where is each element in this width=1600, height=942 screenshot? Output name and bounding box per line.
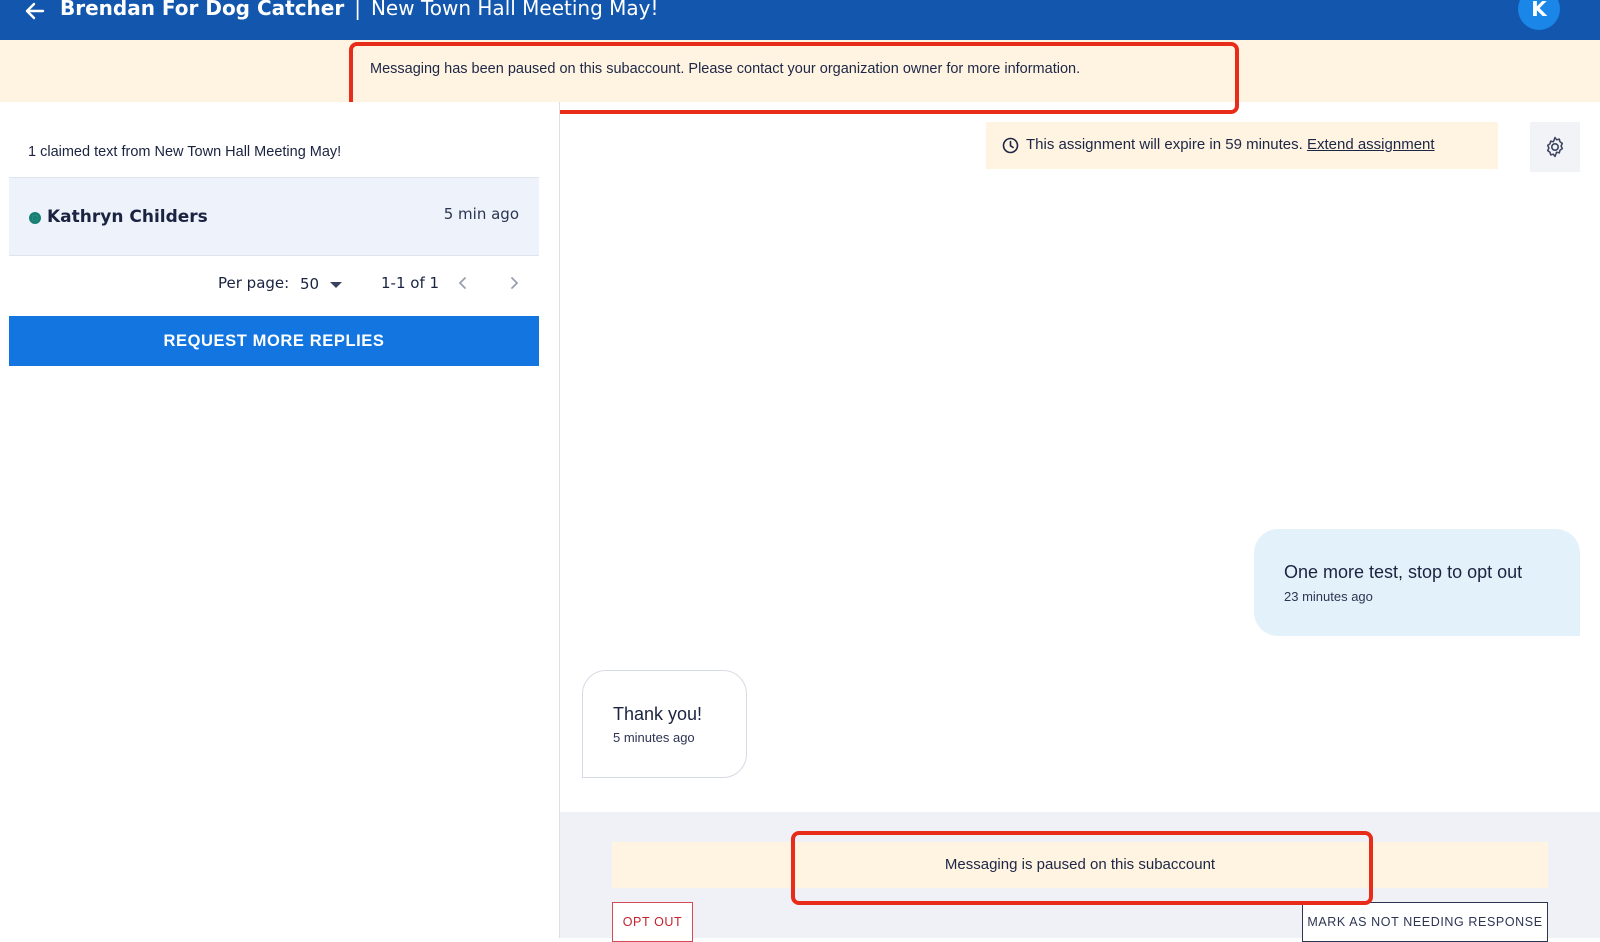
title-separator: | xyxy=(354,0,361,20)
per-page-label: Per page: xyxy=(218,274,290,292)
message-body: Thank you! xyxy=(613,704,703,724)
page-title: Brendan For Dog Catcher | New Town Hall Me… xyxy=(60,0,659,21)
pagination: Per page: 50 1-1 of 1 xyxy=(0,270,560,300)
claimed-text-count: 1 claimed text from New Town Hall Meetin… xyxy=(28,144,342,160)
campaign-name: New Town Hall Meeting May! xyxy=(370,0,659,20)
opt-out-button[interactable]: OPT OUT xyxy=(612,902,693,942)
assignment-notice-text: This assignment will expire in 59 minute… xyxy=(1026,136,1435,153)
message-timestamp: 5 minutes ago xyxy=(613,730,695,745)
contact-name: Kathryn Childers xyxy=(47,207,208,227)
request-more-replies-button[interactable]: REQUEST MORE REPLIES xyxy=(9,316,539,366)
chevron-right-icon[interactable] xyxy=(503,272,525,294)
message-body: One more test, stop to opt out xyxy=(1284,562,1523,582)
status-dot-icon xyxy=(29,212,41,224)
contact-row[interactable]: Kathryn Childers 5 min ago xyxy=(9,177,539,256)
org-name: Brendan For Dog Catcher xyxy=(60,0,345,20)
clock-icon xyxy=(1002,137,1019,154)
chevron-left-icon[interactable] xyxy=(452,272,474,294)
settings-gear-icon[interactable] xyxy=(1530,122,1580,172)
outgoing-message: One more test, stop to opt out 23 minute… xyxy=(1254,529,1580,636)
incoming-message: Thank you! 5 minutes ago xyxy=(582,670,747,778)
message-timestamp: 23 minutes ago xyxy=(1284,589,1373,604)
mark-not-needing-response-button[interactable]: MARK AS NOT NEEDING RESPONSE xyxy=(1302,902,1548,942)
contact-time: 5 min ago xyxy=(443,205,519,223)
back-arrow-icon[interactable] xyxy=(22,0,48,24)
user-avatar[interactable]: K xyxy=(1518,0,1560,30)
page-range: 1-1 of 1 xyxy=(381,274,440,292)
assignment-notice: This assignment will expire in 59 minute… xyxy=(986,122,1498,169)
contact-list-pane: 1 claimed text from New Town Hall Meetin… xyxy=(0,102,560,938)
assignment-expire-text: This assignment will expire in 59 minute… xyxy=(1026,136,1303,153)
paused-notice-highlight-box xyxy=(791,831,1373,905)
per-page-select[interactable]: 50 xyxy=(300,275,319,293)
app-header: Brendan For Dog Catcher | New Town Hall Me… xyxy=(0,0,1600,40)
extend-assignment-link[interactable]: Extend assignment xyxy=(1307,136,1435,153)
chevron-down-icon[interactable] xyxy=(330,282,342,288)
